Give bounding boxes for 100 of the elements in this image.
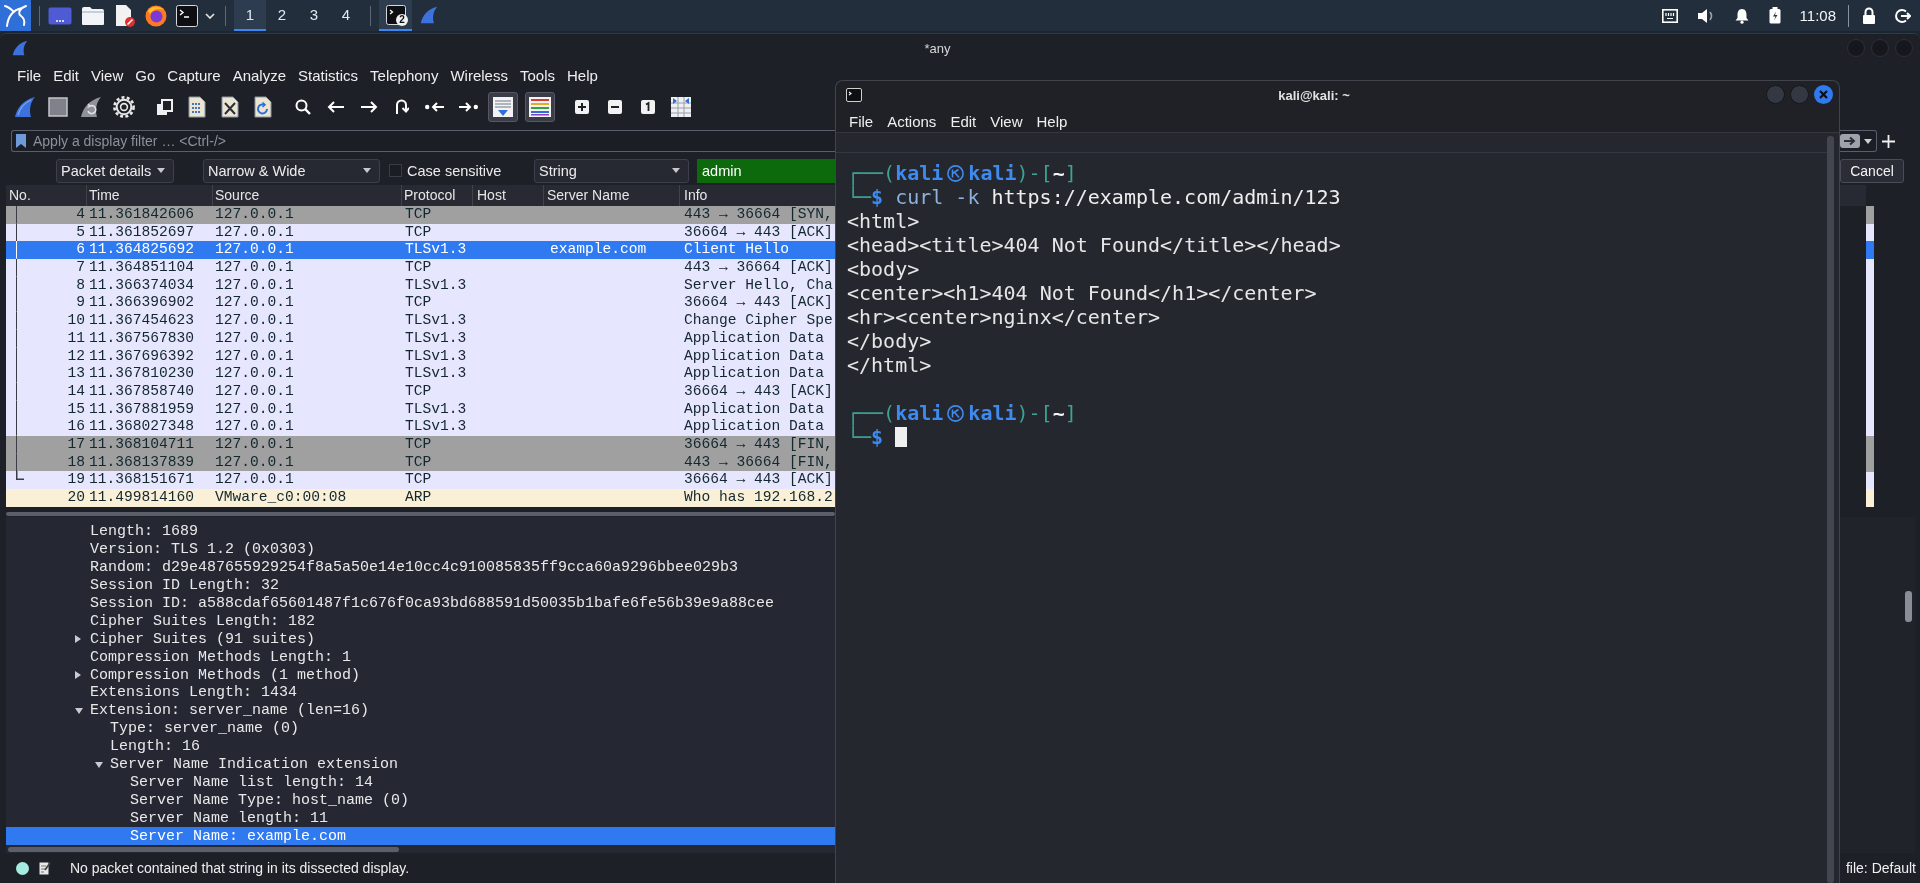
checkbox[interactable] (389, 164, 402, 177)
plus-square-icon[interactable] (575, 100, 589, 114)
lock-icon[interactable] (1862, 7, 1876, 24)
columns-arrows-icon[interactable] (670, 96, 692, 118)
menu-item[interactable]: Tools (513, 66, 561, 84)
shark-fin-icon[interactable] (14, 96, 36, 118)
tree-item[interactable]: Compression Methods Length: 1 (90, 648, 352, 667)
settings-icon[interactable] (113, 96, 135, 118)
menu-item[interactable]: Edit (47, 66, 86, 84)
checkbox-label[interactable]: Case sensitive (407, 162, 502, 179)
note-edit-icon[interactable] (39, 861, 51, 875)
tree-item[interactable]: Server Name length: 11 (130, 809, 329, 828)
right-arrow-icon[interactable] (360, 101, 378, 113)
packet-row[interactable]: 4 11.361842606 127.0.0.1 TCP 443 → 36664 [SYN, (6, 206, 835, 224)
tree-item[interactable]: Compression Methods (1 method) (75, 666, 361, 684)
tree-item[interactable]: Cipher Suites Length: 182 (90, 612, 316, 631)
minus-square-icon[interactable] (608, 100, 622, 114)
terminal-icon[interactable] (176, 4, 198, 27)
last-arrow-icon[interactable] (458, 101, 478, 113)
workspace-button[interactable]: 2 (266, 0, 298, 31)
status-dot-icon[interactable] (16, 861, 29, 875)
scrollbar[interactable] (1827, 136, 1834, 883)
tree-item[interactable]: Session ID Length: 32 (90, 576, 280, 595)
profile-label[interactable]: file: Default (1845, 860, 1916, 876)
menu-item[interactable]: Statistics (292, 66, 365, 84)
workspace-button[interactable]: 1 (234, 0, 266, 31)
desktop-icon[interactable] (48, 6, 72, 25)
apply-filter-button[interactable] (1840, 130, 1877, 152)
minimap-drawing[interactable] (1866, 206, 1874, 507)
logout-icon[interactable] (1895, 7, 1911, 24)
documents-icon[interactable] (155, 98, 173, 116)
auto-scroll-button[interactable] (488, 92, 518, 122)
tree-item[interactable]: Version: TLS 1.2 (0x0303) (90, 540, 316, 559)
clock[interactable]: 11:08 (1799, 7, 1836, 24)
scrollbar-thumb[interactable] (8, 847, 399, 852)
menu-item[interactable]: File (11, 66, 48, 84)
network-port-icon[interactable] (1661, 8, 1678, 23)
menu-item[interactable]: View (85, 66, 130, 84)
scrollbar-thumb[interactable] (1905, 591, 1912, 622)
down-triangle-icon[interactable] (75, 707, 83, 714)
tree-item[interactable]: Length: 1689 (90, 523, 199, 541)
workspace-button[interactable]: 4 (330, 0, 362, 31)
close-icon[interactable] (1814, 85, 1833, 104)
tree-item[interactable]: Extensions Length: 1434 (90, 684, 298, 702)
file-reload-icon[interactable] (254, 96, 272, 118)
one-square-icon[interactable] (641, 100, 655, 114)
cancel-button[interactable]: Cancel (1840, 158, 1904, 183)
right-triangle-icon[interactable] (75, 671, 81, 680)
tree-item[interactable]: Server Name Type: host_name (0) (130, 791, 410, 810)
menu-item[interactable]: Help (1036, 113, 1068, 130)
plus-icon[interactable] (1882, 134, 1895, 148)
packet-row[interactable]: 9 11.366396902 127.0.0.1 TCP 36664 → 443 [ACK] (6, 294, 835, 313)
tree-item[interactable]: Extension: server_name (len=16) (75, 701, 370, 720)
menu-item[interactable]: Wireless (444, 66, 514, 84)
folder-icon[interactable] (81, 5, 105, 26)
tree-item[interactable]: Server Name list length: 14 (130, 773, 374, 792)
filter-field[interactable]: Apply a display filter … <Ctrl-/> (11, 130, 835, 152)
volume-icon[interactable] (1696, 7, 1715, 24)
first-arrow-icon[interactable] (425, 101, 445, 113)
bell-icon[interactable] (1733, 7, 1750, 24)
menu-item[interactable]: Telephony (364, 66, 445, 84)
document-icon[interactable] (114, 3, 136, 28)
curved-arrow-icon[interactable] (395, 99, 409, 115)
menu-item[interactable]: File (849, 113, 874, 130)
tree-item[interactable]: Server Name Indication extension (95, 755, 399, 774)
tree-item[interactable]: Length: 16 (110, 737, 200, 756)
packet-row[interactable]: 13 11.367810230 127.0.0.1 TLSv1.3 Application Data (6, 365, 835, 383)
colorize-button[interactable] (525, 92, 555, 122)
workspace-button[interactable]: 3 (298, 0, 330, 31)
tree-item[interactable]: Type: server_name (0) (110, 719, 300, 738)
menu-item[interactable]: Capture (161, 66, 227, 84)
menu-item[interactable]: Help (561, 66, 604, 84)
search-field[interactable]: admin (697, 158, 835, 183)
packet-row[interactable]: 16 11.368027348 127.0.0.1 TLSv1.3 Application Data (6, 418, 835, 436)
character-width-dropdown[interactable]: Narrow & Wide (203, 158, 380, 183)
column-header[interactable]: Info (680, 185, 835, 206)
dragon-icon[interactable] (0, 0, 31, 31)
menu-item[interactable]: Actions (887, 113, 937, 130)
packet-row[interactable]: 6 11.364825692 127.0.0.1 TLSv1.3 example.com Client Hello (6, 241, 835, 260)
packet-row[interactable]: 10 11.367454623 127.0.0.1 TLSv1.3 Change Cipher Spe (6, 312, 835, 330)
search-in-dropdown[interactable]: Packet details (56, 158, 174, 183)
scrollbar-thumb[interactable] (6, 512, 835, 516)
packet-row[interactable]: 7 11.364851104 127.0.0.1 TCP 443 → 36664 [ACK] (6, 259, 835, 277)
packet-row[interactable]: 20 11.499814160 VMware_c0:00:08 ARP Who has 192.168.2 (6, 489, 835, 507)
search-icon[interactable] (295, 99, 311, 115)
bookmark-icon[interactable] (15, 133, 27, 149)
task-button[interactable]: 2 (379, 0, 412, 31)
globe-icon[interactable] (145, 4, 167, 27)
fin-restart-icon[interactable] (80, 96, 102, 118)
search-type-dropdown[interactable]: String (534, 158, 689, 183)
battery-icon[interactable] (1768, 7, 1781, 24)
packet-row[interactable]: 19 11.368151671 127.0.0.1 TCP 36664 → 443 [ACK] (6, 471, 835, 489)
caret-icon[interactable] (205, 12, 215, 19)
down-triangle-icon[interactable] (95, 761, 103, 768)
left-arrow-icon[interactable] (327, 101, 345, 113)
tree-item[interactable]: Session ID: a588cdaf65601487f1c676f0ca93bd688591d50035b1bafe6fe56b39e9a88cee (90, 594, 775, 613)
tree-item[interactable]: Server Name: example.com (6, 827, 835, 846)
tree-item[interactable]: Cipher Suites (91 suites) (75, 630, 316, 649)
menu-item[interactable]: Go (129, 66, 162, 84)
file-close-icon[interactable] (221, 96, 239, 118)
